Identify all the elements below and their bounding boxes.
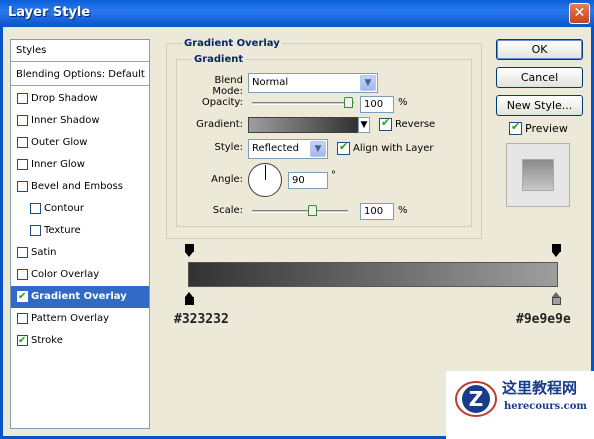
preview-label: Preview	[525, 122, 568, 135]
title-bar: Layer Style ✕	[0, 0, 594, 27]
style-item-checkbox[interactable]	[17, 286, 28, 308]
style-item-label: Satin	[31, 247, 57, 258]
blend-mode-label: Blend Mode:	[212, 75, 243, 97]
style-item-inner-shadow[interactable]: Inner Shadow	[11, 110, 149, 132]
blend-mode-value: Normal	[252, 77, 289, 88]
styles-header-label: Styles	[16, 45, 47, 56]
watermark-main-text: 这里教程网	[502, 379, 578, 397]
cancel-button[interactable]: Cancel	[496, 67, 583, 88]
angle-dial-hand	[265, 165, 266, 180]
style-item-label: Drop Shadow	[31, 93, 98, 104]
color-stop-left[interactable]	[184, 292, 195, 306]
scale-slider-thumb[interactable]	[308, 205, 317, 216]
blending-options-label: Blending Options: Default	[16, 69, 145, 80]
opacity-stop-left[interactable]	[184, 244, 195, 258]
angle-dial[interactable]	[248, 163, 282, 197]
style-item-checkbox[interactable]	[17, 313, 28, 324]
gradient-subgroup-title: Gradient	[192, 54, 246, 65]
gradient-dropdown[interactable]: ▼	[358, 117, 370, 133]
gradient-label: Gradient:	[196, 119, 243, 130]
color-stop-right[interactable]	[551, 292, 562, 306]
scale-label: Scale:	[212, 205, 243, 216]
angle-unit: °	[331, 170, 336, 181]
style-item-inner-glow[interactable]: Inner Glow	[11, 154, 149, 176]
reverse-checkbox[interactable]	[379, 116, 392, 131]
angle-label: Angle:	[211, 174, 243, 185]
style-item-checkbox[interactable]	[17, 159, 28, 170]
style-item-bevel-and-emboss[interactable]: Bevel and Emboss	[11, 176, 149, 198]
align-with-layer-label: Align with Layer	[353, 143, 434, 154]
gradient-picker[interactable]	[248, 117, 358, 133]
opacity-slider[interactable]	[252, 102, 354, 105]
scale-unit: %	[398, 205, 408, 216]
style-item-checkbox[interactable]	[17, 181, 28, 192]
blending-options-item[interactable]: Blending Options: Default	[11, 64, 149, 86]
style-item-checkbox[interactable]	[30, 225, 41, 236]
watermark-logo-icon: Z	[455, 381, 497, 417]
style-item-label: Inner Shadow	[31, 115, 100, 126]
style-item-outer-glow[interactable]: Outer Glow	[11, 132, 149, 154]
preview-checkbox[interactable]	[509, 120, 522, 135]
style-item-checkbox[interactable]	[17, 115, 28, 126]
style-item-checkbox[interactable]	[17, 330, 28, 352]
style-item-label: Pattern Overlay	[31, 313, 110, 324]
gradient-bar	[188, 262, 558, 287]
opacity-input[interactable]: 100	[360, 96, 394, 113]
style-item-drop-shadow[interactable]: Drop Shadow	[11, 88, 149, 110]
svg-text:Z: Z	[469, 387, 484, 411]
style-item-label: Contour	[44, 203, 84, 214]
left-color-label: #323232	[174, 312, 229, 327]
opacity-slider-thumb[interactable]	[344, 97, 353, 108]
style-value: Reflected	[252, 143, 300, 154]
styles-header[interactable]: Styles	[11, 40, 149, 62]
style-label: Style:	[214, 142, 244, 153]
chevron-down-icon: ▼	[359, 118, 369, 132]
styles-list: Styles Blending Options: Default Drop Sh…	[10, 39, 150, 429]
gradient-overlay-title: Gradient Overlay	[182, 38, 282, 49]
align-with-layer-checkbox[interactable]	[337, 140, 350, 155]
style-item-checkbox[interactable]	[17, 137, 28, 148]
style-item-satin[interactable]: Satin	[11, 242, 149, 264]
chevron-down-icon: ▼	[360, 75, 376, 91]
chevron-down-icon: ▼	[310, 141, 326, 157]
angle-input[interactable]: 90	[288, 172, 328, 189]
style-item-checkbox[interactable]	[17, 93, 28, 104]
watermark: Z 这里教程网 herecours.com	[446, 371, 594, 439]
style-item-label: Gradient Overlay	[31, 291, 127, 302]
style-item-label: Color Overlay	[31, 269, 100, 280]
style-item-label: Inner Glow	[31, 159, 85, 170]
style-item-label: Stroke	[31, 335, 63, 346]
blend-mode-select[interactable]: Normal ▼	[248, 73, 378, 93]
scale-input[interactable]: 100	[360, 203, 394, 220]
style-item-checkbox[interactable]	[17, 247, 28, 258]
style-item-label: Outer Glow	[31, 137, 88, 148]
close-button[interactable]: ✕	[569, 3, 590, 24]
style-item-checkbox[interactable]	[17, 269, 28, 280]
style-item-contour[interactable]: Contour	[11, 198, 149, 220]
opacity-stop-right[interactable]	[551, 244, 562, 258]
style-item-checkbox[interactable]	[30, 203, 41, 214]
scale-slider[interactable]	[252, 210, 348, 213]
opacity-label: Opacity:	[201, 97, 243, 108]
ok-button[interactable]: OK	[496, 39, 583, 60]
preview-sample	[522, 159, 554, 191]
style-item-stroke[interactable]: Stroke	[11, 330, 149, 352]
style-item-color-overlay[interactable]: Color Overlay	[11, 264, 149, 286]
opacity-unit: %	[398, 97, 408, 108]
style-item-gradient-overlay[interactable]: Gradient Overlay	[11, 286, 149, 308]
new-style-button[interactable]: New Style...	[496, 95, 583, 116]
reverse-label: Reverse	[395, 119, 436, 130]
style-item-pattern-overlay[interactable]: Pattern Overlay	[11, 308, 149, 330]
watermark-sub-text: herecours.com	[504, 401, 588, 412]
style-item-texture[interactable]: Texture	[11, 220, 149, 242]
style-item-label: Bevel and Emboss	[31, 181, 123, 192]
window-title: Layer Style	[8, 5, 91, 20]
right-color-label: #9e9e9e	[516, 312, 571, 327]
preview-thumbnail	[506, 143, 570, 207]
style-select[interactable]: Reflected ▼	[248, 139, 328, 159]
style-item-label: Texture	[44, 225, 81, 236]
